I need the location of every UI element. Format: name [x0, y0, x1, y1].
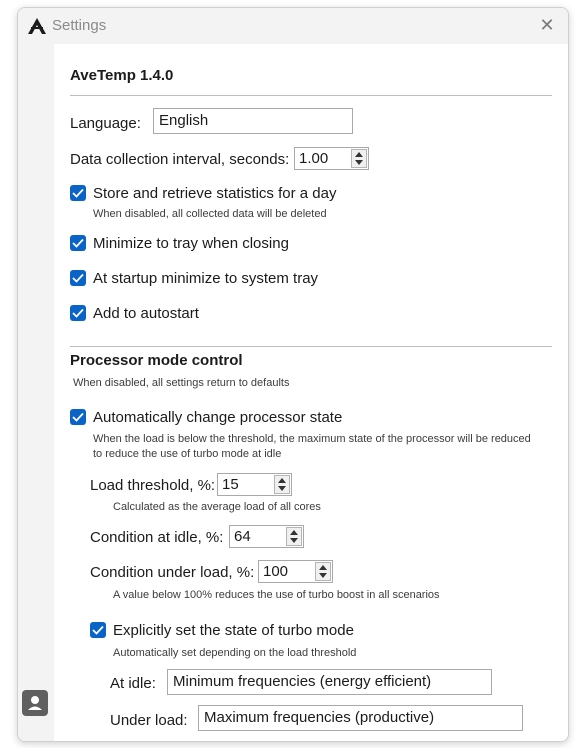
checkmark-icon: [92, 625, 104, 635]
checkmark-icon: [72, 238, 84, 248]
arrow-down-icon: [290, 538, 298, 543]
arrow-down-icon: [278, 486, 286, 491]
stepper-buttons[interactable]: [315, 562, 331, 581]
arrow-down-icon: [319, 573, 327, 578]
under-load-label: Under load:: [110, 712, 188, 729]
checkmark-icon: [72, 188, 84, 198]
load-threshold-label: Load threshold, %:: [90, 477, 216, 494]
auto-change-hint-line1: When the load is below the threshold, th…: [93, 433, 531, 445]
turbo-label: Explicitly set the state of turbo mode: [113, 622, 354, 639]
arrow-up-icon: [278, 478, 286, 483]
auto-change-hint-line2: to reduce the use of turbo mode at idle: [93, 448, 282, 460]
divider: [70, 95, 552, 96]
at-idle-select[interactable]: Minimum frequencies (energy efficient): [167, 669, 492, 695]
arrow-up-icon: [355, 152, 363, 157]
load-threshold-hint: Calculated as the average load of all co…: [113, 501, 321, 513]
load-threshold-stepper[interactable]: 15: [217, 473, 292, 496]
under-load-select[interactable]: Maximum frequencies (productive): [198, 705, 523, 731]
arrow-up-icon: [290, 530, 298, 535]
arrow-up-icon: [319, 565, 327, 570]
divider: [70, 346, 552, 347]
settings-content: AveTemp 1.4.0 Language: English Data col…: [54, 44, 568, 741]
app-version-heading: AveTemp 1.4.0: [70, 67, 174, 84]
stepper-buttons[interactable]: [274, 475, 290, 494]
idle-condition-label: Condition at idle, %:: [90, 529, 224, 546]
arrow-down-icon: [355, 160, 363, 165]
startup-tray-checkbox[interactable]: [70, 270, 86, 286]
minimize-tray-label: Minimize to tray when closing: [93, 235, 289, 252]
autostart-label: Add to autostart: [93, 305, 199, 322]
close-icon[interactable]: ✕: [536, 14, 558, 36]
window-title: Settings: [52, 17, 107, 34]
interval-label: Data collection interval, seconds:: [70, 151, 290, 168]
side-strip: [18, 44, 54, 741]
store-stats-checkbox[interactable]: [70, 185, 86, 201]
load-condition-stepper[interactable]: 100: [258, 560, 333, 583]
at-idle-label: At idle:: [110, 675, 156, 692]
checkmark-icon: [72, 412, 84, 422]
settings-window: Settings ✕ AveTemp 1.4.0 Language: Engli…: [17, 7, 569, 742]
interval-stepper[interactable]: 1.00: [294, 147, 369, 170]
user-icon: [22, 696, 48, 720]
stepper-buttons[interactable]: [351, 149, 367, 168]
turbo-checkbox[interactable]: [90, 622, 106, 638]
turbo-hint: Automatically set depending on the load …: [113, 647, 357, 659]
avetemp-logo-icon: [27, 16, 47, 36]
user-button[interactable]: [22, 690, 48, 716]
startup-tray-label: At startup minimize to system tray: [93, 270, 319, 287]
interval-value: 1.00: [299, 150, 329, 167]
language-select[interactable]: English: [153, 108, 353, 134]
idle-condition-stepper[interactable]: 64: [229, 525, 304, 548]
processor-hint: When disabled, all settings return to de…: [73, 377, 290, 389]
checkmark-icon: [72, 273, 84, 283]
title-bar: Settings ✕: [18, 8, 568, 44]
load-condition-value: 100: [263, 563, 289, 580]
store-stats-hint: When disabled, all collected data will b…: [93, 208, 327, 220]
auto-change-checkbox[interactable]: [70, 409, 86, 425]
idle-condition-value: 64: [234, 528, 251, 545]
stepper-buttons[interactable]: [286, 527, 302, 546]
load-condition-hint: A value below 100% reduces the use of tu…: [113, 589, 440, 601]
checkmark-icon: [72, 308, 84, 318]
auto-change-label: Automatically change processor state: [93, 409, 343, 426]
minimize-tray-checkbox[interactable]: [70, 235, 86, 251]
store-stats-label: Store and retrieve statistics for a day: [93, 185, 337, 202]
load-threshold-value: 15: [222, 476, 239, 493]
load-condition-label: Condition under load, %:: [90, 564, 255, 581]
autostart-checkbox[interactable]: [70, 305, 86, 321]
processor-heading: Processor mode control: [70, 352, 243, 369]
language-label: Language:: [70, 115, 141, 132]
